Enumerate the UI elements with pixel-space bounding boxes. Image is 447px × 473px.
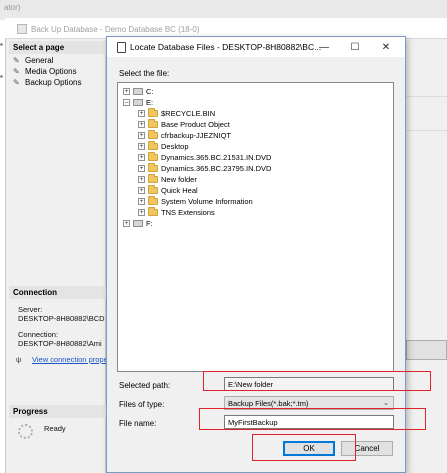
chevron-down-icon: ⌄ [383,400,389,407]
files-of-type-label: Files of type: [119,400,165,409]
tree-drive-item[interactable]: + C: [123,86,154,96]
divider [406,130,447,131]
connection-label: Connection: [18,330,59,339]
expand-icon[interactable]: + [138,131,145,139]
tree-item-label: C: [146,86,154,96]
server-value: DESKTOP-8H80882\BCD [18,314,105,323]
wrench-icon: ✎ [13,78,20,87]
tree-item-label: Base Product Object [161,119,230,129]
tree-folder-item[interactable]: + TNS Extensions [138,206,215,217]
expand-icon[interactable]: + [138,186,145,194]
page-item-label: General [25,56,54,65]
backup-dialog-side-button[interactable] [406,340,447,360]
divider [406,96,447,97]
select-file-label: Select the file: [119,69,170,78]
expand-icon[interactable]: + [138,109,145,117]
edge-marker: ▪ [0,72,3,81]
tree-folder-item[interactable]: + Dynamics.365.BC.21531.IN.DVD [138,151,272,162]
page-item-media-options[interactable]: ✎ Media Options [13,66,77,77]
folder-icon [148,151,158,161]
file-icon [117,42,126,53]
progress-header: Progress [9,405,106,418]
close-button[interactable]: ✕ [377,40,395,54]
page-item-backup-options[interactable]: ✎ Backup Options [13,77,81,88]
drive-icon [133,219,143,227]
database-icon [17,24,27,34]
tree-folder-item[interactable]: + New folder [138,173,197,184]
server-label: Server: [18,305,43,314]
tree-item-label: Desktop [161,141,189,151]
folder-icon [148,173,158,183]
file-tree[interactable]: + C: − E: + $RECYCLE.BIN + Base Product Object +… [117,82,394,372]
drive-icon [133,87,143,95]
page-item-general[interactable]: ✎ General [13,55,53,66]
expand-icon[interactable]: + [123,219,130,227]
folder-icon [148,107,158,117]
top-strip-text: ator) [4,3,21,12]
minimize-button[interactable]: — [315,40,333,54]
progress-status: Ready [44,424,66,433]
file-name-label: File name: [119,419,157,428]
expand-icon[interactable]: + [138,120,145,128]
backup-dialog-title: Back Up Database - Demo Database BC (18-… [31,25,200,34]
edge-marker: ▪ [0,40,3,49]
drive-icon [133,98,143,106]
tree-item-label: cfrbackup-JJEZNIQT [161,130,232,140]
expand-icon[interactable]: + [138,175,145,183]
page-item-label: Backup Options [25,78,82,87]
tree-item-label: Dynamics.365.BC.21531.IN.DVD [161,152,272,162]
tree-folder-item[interactable]: + Quick Heal [138,184,198,195]
folder-icon [148,206,158,216]
tree-item-label: F: [146,218,153,228]
tree-item-label: $RECYCLE.BIN [161,108,216,118]
folder-icon [148,162,158,172]
wrench-icon: ✎ [13,67,20,76]
maximize-button[interactable]: ☐ [346,40,364,54]
expand-icon[interactable]: + [138,153,145,161]
highlight-file-name [199,408,426,430]
tree-item-label: Dynamics.365.BC.23795.IN.DVD [161,163,272,173]
progress-spinner-icon [18,424,33,439]
tree-folder-item[interactable]: + Desktop [138,140,189,151]
connection-properties-icon: ψ [16,355,22,364]
folder-icon [148,195,158,205]
tree-folder-item[interactable]: + $RECYCLE.BIN [138,107,216,118]
tree-folder-item[interactable]: + Dynamics.365.BC.23795.IN.DVD [138,162,272,173]
locate-dialog-title: Locate Database Files - DESKTOP-8H80882\… [130,42,322,52]
tree-item-label: System Volume Information [161,196,253,206]
expand-icon[interactable]: + [138,142,145,150]
expand-icon[interactable]: + [138,197,145,205]
highlight-ok-button [252,434,356,461]
tree-item-label: Quick Heal [161,185,198,195]
expand-icon[interactable]: + [138,208,145,216]
tree-drive-item[interactable]: + F: [123,218,153,228]
tree-folder-item[interactable]: + cfrbackup-JJEZNIQT [138,129,232,140]
folder-icon [148,140,158,150]
wrench-icon: ✎ [13,56,20,65]
selected-path-label: Selected path: [119,381,171,390]
collapse-icon[interactable]: − [123,98,130,106]
connection-header: Connection [9,286,106,299]
tree-folder-item[interactable]: + Base Product Object [138,118,230,129]
view-connection-properties-link[interactable]: View connection prope [32,355,108,364]
highlight-selected-path [203,371,431,391]
files-of-type-value: Backup Files(*.bak;*.tm) [228,399,309,408]
expand-icon[interactable]: + [123,87,130,95]
tree-item-label: E: [146,97,154,107]
folder-icon [148,118,158,128]
top-strip: ator) [0,0,447,20]
tree-drive-item[interactable]: − E: [123,97,153,107]
expand-icon[interactable]: + [138,164,145,172]
folder-icon [148,129,158,139]
connection-value: DESKTOP-8H80882\Ami [18,339,102,348]
folder-icon [148,184,158,194]
tree-item-label: TNS Extensions [161,207,215,217]
page-item-label: Media Options [25,67,77,76]
locate-dialog-titlebar: Locate Database Files - DESKTOP-8H80882\… [107,37,405,57]
select-page-header: Select a page [9,41,106,54]
tree-folder-item[interactable]: + System Volume Information [138,195,253,206]
tree-item-label: New folder [161,174,197,184]
